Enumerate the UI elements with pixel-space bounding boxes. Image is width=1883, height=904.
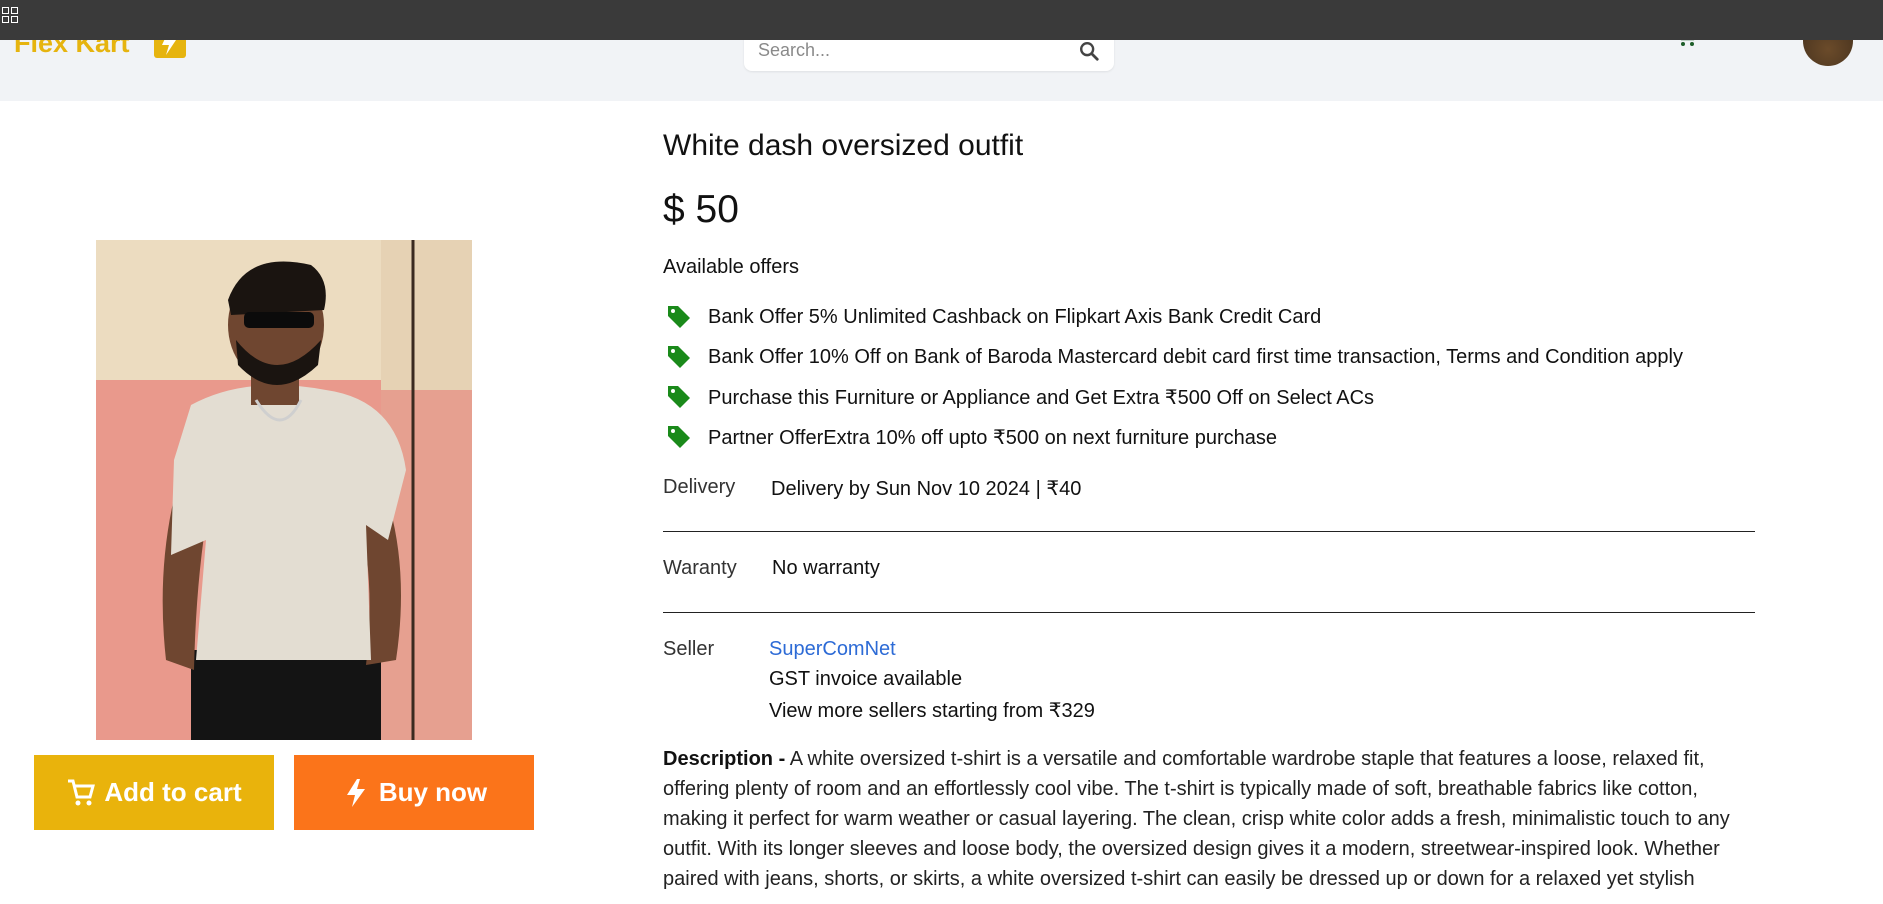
cart-icon (68, 779, 96, 805)
seller-label: Seller (663, 638, 715, 660)
product-description: Description - A white oversized t-shirt … (663, 744, 1755, 894)
more-sellers-info: View more sellers starting from ₹329 (769, 700, 1095, 722)
offer-text: Bank Offer 10% Off on Bank of Baroda Mas… (708, 345, 1683, 368)
offer-item: Bank Offer 5% Unlimited Cashback on Flip… (663, 302, 1321, 332)
product-title: White dash oversized outfit (663, 129, 1024, 162)
seller-gst-info: GST invoice available (769, 668, 963, 690)
offer-item: Purchase this Furniture or Appliance and… (663, 382, 1374, 412)
buy-now-label: Buy now (378, 777, 488, 807)
tag-icon (668, 306, 690, 328)
tag-icon (668, 426, 690, 448)
offer-text: Partner OfferExtra 10% off upto ₹500 on … (708, 426, 1277, 449)
product-photo (96, 240, 472, 740)
product-price: $ 50 (663, 188, 739, 231)
add-to-cart-button[interactable]: Add to cart (34, 755, 274, 830)
apps-grid-icon[interactable] (2, 7, 18, 23)
offer-text: Bank Offer 5% Unlimited Cashback on Flip… (708, 305, 1322, 328)
divider (663, 531, 1755, 532)
offer-text: Purchase this Furniture or Appliance and… (708, 386, 1375, 409)
product-image (96, 240, 472, 740)
offers-heading: Available offers (663, 256, 800, 278)
divider (663, 612, 1755, 613)
warranty-value: No warranty (772, 557, 880, 579)
offer-item: Partner OfferExtra 10% off upto ₹500 on … (663, 422, 1277, 452)
search-input[interactable] (758, 40, 1068, 61)
description-text: A white oversized t-shirt is a versatile… (663, 748, 1730, 890)
tag-icon (668, 386, 690, 408)
add-to-cart-label: Add to cart (104, 777, 242, 807)
tag-icon (668, 346, 690, 368)
lightning-icon (346, 778, 365, 807)
seller-name-link[interactable]: SuperComNet (769, 638, 896, 661)
warranty-label: Waranty (663, 557, 737, 579)
buy-now-button[interactable]: Buy now (294, 755, 534, 830)
search-icon[interactable] (1078, 40, 1100, 62)
delivery-label: Delivery (663, 476, 736, 498)
delivery-value: Delivery by Sun Nov 10 2024 | ₹40 (771, 478, 1082, 500)
offer-item: Bank Offer 10% Off on Bank of Baroda Mas… (663, 342, 1683, 372)
description-label: Description - (663, 748, 786, 770)
os-top-bar (0, 0, 1883, 40)
